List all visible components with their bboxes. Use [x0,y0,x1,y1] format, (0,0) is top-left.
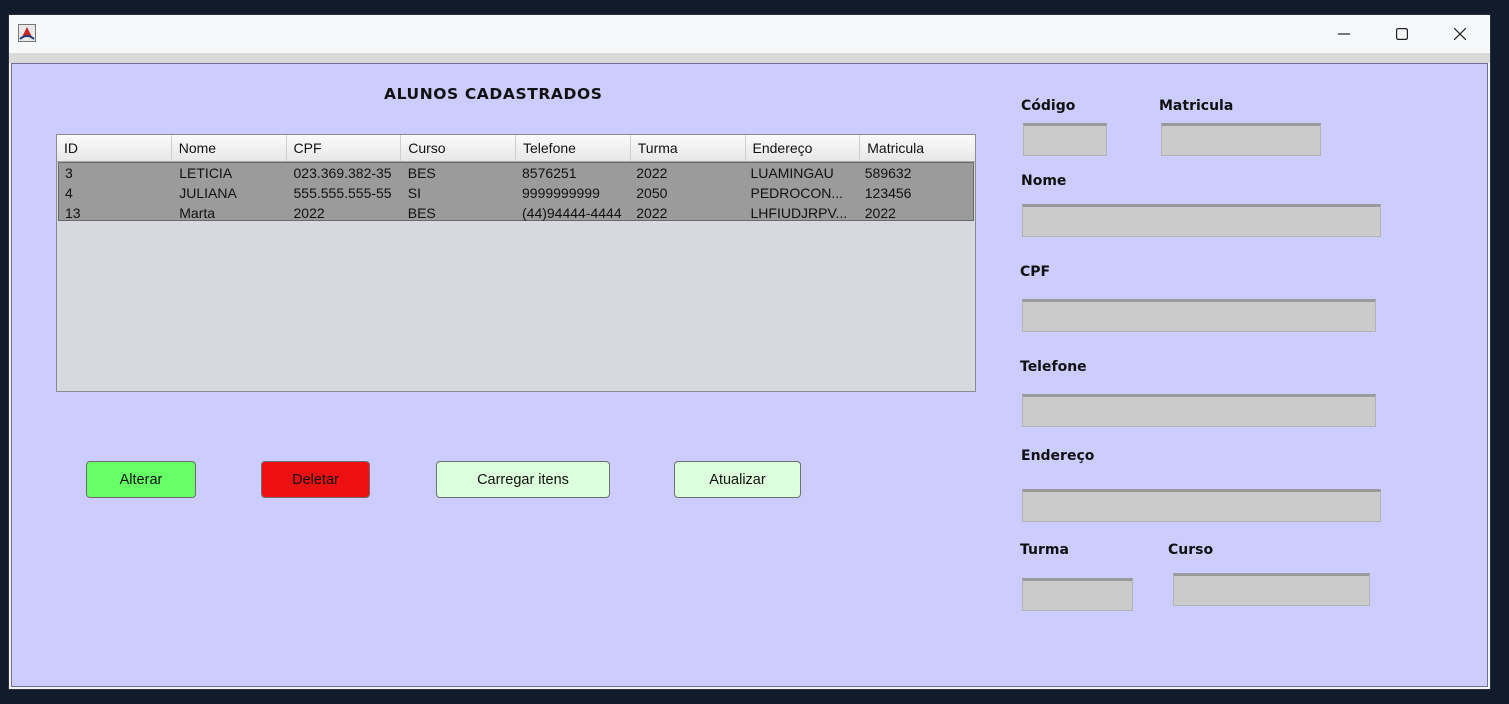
alterar-button[interactable]: Alterar [86,461,196,498]
table-cell: 2022 [636,205,668,221]
java-app-icon [18,24,36,42]
table-cell: BES [407,165,436,181]
table-cell: 555.555.555-55 [293,185,392,201]
table-row[interactable]: 3 LETICIA 023.369.382-35 BES 8576251 202… [59,163,973,183]
app-window: ALUNOS CADASTRADOS ID Nome CPF Curso Tel… [8,14,1491,690]
turma-field[interactable] [1022,578,1133,611]
table-row[interactable]: 4 JULIANA 555.555.555-55 SI 9999999999 2… [59,183,973,203]
table-cell: 3 [65,165,73,181]
close-button[interactable] [1431,15,1489,53]
table-cell: 2022 [293,205,325,221]
codigo-label: Código [1021,98,1076,114]
table-cell: BES [407,205,436,221]
table-cell: 9999999999 [522,185,600,201]
table-cell: (44)94444-4444 [522,205,622,221]
nome-field[interactable] [1022,204,1381,237]
table-cell: 2022 [864,205,896,221]
table-body: 3 LETICIA 023.369.382-35 BES 8576251 202… [58,162,974,221]
table-row[interactable]: 13 Marta 2022 BES (44)94444-4444 2022 LH… [59,203,973,223]
table-cell: 023.369.382-35 [293,165,392,181]
column-header-endereco[interactable]: Endereço [746,135,861,161]
table-cell: LUAMINGAU [750,165,834,181]
column-header-nome[interactable]: Nome [172,135,287,161]
title-bar [9,15,1490,53]
column-header-curso[interactable]: Curso [401,135,516,161]
carregar-itens-button[interactable]: Carregar itens [436,461,610,498]
column-header-turma[interactable]: Turma [631,135,746,161]
close-icon [1454,28,1466,40]
table-cell: LHFIUDJRPV... [750,205,848,221]
deletar-button[interactable]: Deletar [261,461,370,498]
matricula-label: Matricula [1159,98,1234,114]
menu-strip [9,53,1490,63]
table-cell: Marta [179,205,216,221]
table-cell: 589632 [864,165,912,181]
column-header-cpf[interactable]: CPF [287,135,402,161]
column-header-telefone[interactable]: Telefone [516,135,631,161]
table-cell: 2050 [636,185,668,201]
codigo-field[interactable] [1023,123,1107,156]
table-cell: 13 [65,205,81,221]
cpf-field[interactable] [1022,299,1376,332]
curso-field[interactable] [1173,573,1370,606]
endereco-label: Endereço [1021,448,1095,464]
table-cell: SI [407,185,421,201]
main-panel: ALUNOS CADASTRADOS ID Nome CPF Curso Tel… [11,63,1488,687]
table-cell: 123456 [864,185,912,201]
minimize-button[interactable] [1315,15,1373,53]
telefone-field[interactable] [1022,394,1376,427]
table-cell: LETICIA [179,165,233,181]
maximize-icon [1396,28,1408,40]
table-cell: 8576251 [522,165,577,181]
matricula-field[interactable] [1161,123,1321,156]
students-table[interactable]: ID Nome CPF Curso Telefone Turma Endereç… [56,134,976,392]
column-header-matricula[interactable]: Matricula [860,135,975,161]
cpf-label: CPF [1020,264,1051,280]
endereco-field[interactable] [1022,489,1381,522]
telefone-label: Telefone [1020,359,1087,375]
table-header: ID Nome CPF Curso Telefone Turma Endereç… [57,135,975,162]
minimize-icon [1338,28,1350,40]
curso-label: Curso [1168,542,1214,558]
page-title: ALUNOS CADASTRADOS [384,85,603,103]
maximize-button[interactable] [1373,15,1431,53]
turma-label: Turma [1020,542,1069,558]
table-cell: PEDROCON... [750,185,844,201]
table-cell: 4 [65,185,73,201]
column-header-id[interactable]: ID [57,135,172,161]
nome-label: Nome [1021,173,1067,189]
table-cell: JULIANA [179,185,237,201]
atualizar-button[interactable]: Atualizar [674,461,801,498]
table-cell: 2022 [636,165,668,181]
